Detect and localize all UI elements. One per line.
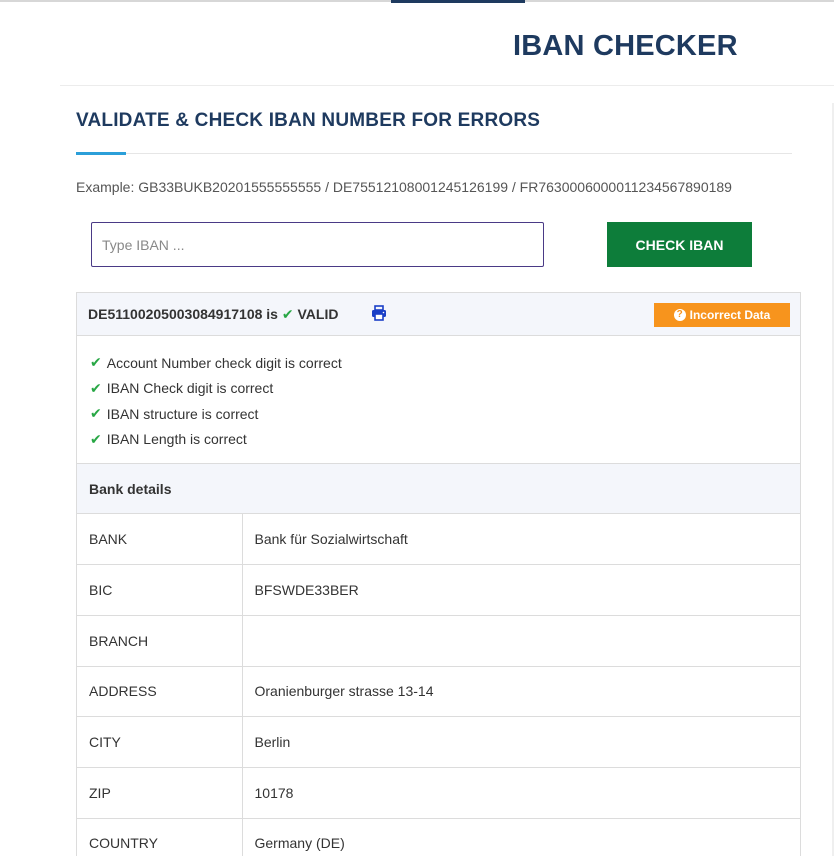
- row-value: 10178: [242, 767, 800, 819]
- check-icon: ✔: [90, 354, 102, 371]
- check-text: Account Number check digit is correct: [106, 354, 342, 371]
- row-value: Oranienburger strasse 13-14: [242, 666, 800, 718]
- result-header: DE51100205003084917108 is ✔ VALID ? Inco…: [77, 293, 800, 336]
- list-item: ✔ Account Number check digit is correct: [90, 350, 800, 376]
- row-key: BRANCH: [77, 615, 243, 667]
- question-circle-icon: ?: [673, 309, 686, 321]
- row-key: BIC: [77, 564, 243, 616]
- result-iban-text: DE51100205003084917108 is: [88, 306, 278, 322]
- table-row: BANK Bank für Sozialwirtschaft: [77, 514, 800, 566]
- row-key: COUNTRY: [77, 818, 243, 856]
- row-value: [242, 615, 800, 667]
- result-summary: DE51100205003084917108 is ✔ VALID: [88, 306, 338, 323]
- table-row: ADDRESS Oranienburger strasse 13-14: [77, 666, 800, 718]
- result-status: VALID: [297, 306, 339, 322]
- incorrect-data-label: Incorrect Data: [689, 308, 771, 322]
- table-row: BIC BFSWDE33BER: [77, 564, 800, 616]
- check-text: IBAN Check digit is correct: [106, 380, 274, 397]
- print-icon[interactable]: [371, 305, 387, 321]
- example-ibans: Example: GB33BUKB20201555555555 / DE7551…: [76, 179, 732, 195]
- row-key: ADDRESS: [77, 666, 243, 718]
- section-accent-bar: [76, 152, 126, 155]
- page-header: IBAN CHECKER: [60, 0, 834, 86]
- bank-details-heading: Bank details: [77, 464, 800, 514]
- row-value: Germany (DE): [242, 818, 800, 856]
- row-value: BFSWDE33BER: [242, 564, 800, 616]
- check-icon: ✔: [281, 306, 294, 322]
- check-iban-button[interactable]: CHECK IBAN: [607, 222, 752, 267]
- check-icon: ✔: [90, 405, 102, 422]
- validation-checks: ✔ Account Number check digit is correct ✔…: [77, 336, 800, 464]
- list-item: ✔ IBAN Check digit is correct: [90, 376, 800, 402]
- incorrect-data-button[interactable]: ? Incorrect Data: [654, 303, 790, 327]
- row-key: CITY: [77, 716, 243, 768]
- check-text: IBAN structure is correct: [106, 405, 259, 422]
- table-row: ZIP 10178: [77, 767, 800, 819]
- bank-details-table: BANK Bank für Sozialwirtschaft BIC BFSWDE3…: [77, 514, 800, 856]
- iban-input[interactable]: [91, 222, 544, 267]
- check-icon: ✔: [90, 430, 102, 447]
- result-panel: DE51100205003084917108 is ✔ VALID ? Inco…: [76, 292, 801, 856]
- table-row: BRANCH: [77, 615, 800, 667]
- row-key: BANK: [77, 514, 243, 566]
- table-row: COUNTRY Germany (DE): [77, 818, 800, 856]
- section-title: VALIDATE & CHECK IBAN NUMBER FOR ERRORS: [76, 110, 541, 131]
- list-item: ✔ IBAN structure is correct: [90, 401, 800, 427]
- section-rule: [76, 153, 792, 154]
- check-icon: ✔: [90, 379, 102, 396]
- row-value: Bank für Sozialwirtschaft: [242, 514, 800, 566]
- page-title: IBAN CHECKER: [513, 30, 738, 62]
- table-row: CITY Berlin: [77, 716, 800, 768]
- row-value: Berlin: [242, 716, 800, 768]
- check-text: IBAN Length is correct: [106, 431, 247, 448]
- row-key: ZIP: [77, 767, 243, 819]
- list-item: ✔ IBAN Length is correct: [90, 427, 800, 453]
